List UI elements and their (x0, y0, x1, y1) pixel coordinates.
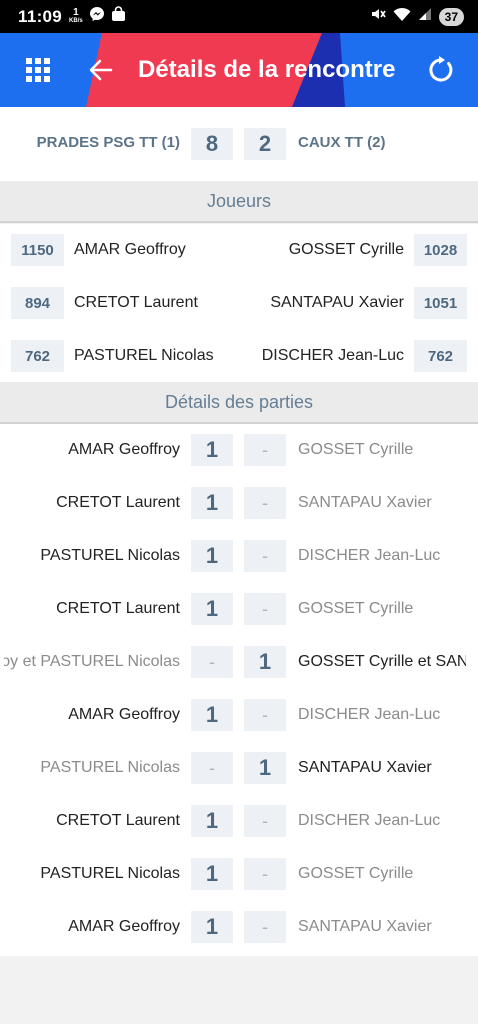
data-rate: 1 KB/s (69, 6, 83, 25)
grid-icon (26, 58, 50, 82)
game-row[interactable]: PASTUREL Nicolas 1 - DISCHER Jean-Luc (0, 530, 478, 583)
data-rate-unit: KB/s (69, 17, 83, 24)
game-away-player: GOSSET Cyrille (298, 600, 414, 617)
game-home-player: CRETOT Laurent (56, 494, 180, 511)
game-away-player: SANTAPAU Xavier (298, 759, 432, 776)
away-player-name[interactable]: SANTAPAU Xavier (270, 287, 404, 319)
game-home-player: AMAR Geoffroy (68, 441, 180, 458)
game-home-score: 1 (191, 434, 233, 466)
game-home-score: 1 (191, 911, 233, 943)
game-home-score: 1 (191, 699, 233, 731)
game-away-score: - (244, 593, 286, 625)
status-time: 11:09 (18, 6, 63, 26)
game-away-player: GOSSET Cyrille et SANTAPAU Xavier (298, 653, 466, 670)
match-score-header: PRADES PSG TT (1) 8 2 CAUX TT (2) (0, 107, 478, 181)
game-home-player: AMAR Geoffroy (68, 918, 180, 935)
game-away-score: - (244, 699, 286, 731)
shopping-bag-icon (111, 6, 126, 27)
game-away-player: GOSSET Cyrille (298, 441, 414, 458)
game-away-player: DISCHER Jean-Luc (298, 547, 441, 564)
game-home-score: 1 (191, 487, 233, 519)
game-away-player: GOSSET Cyrille (298, 865, 414, 882)
game-row[interactable]: CRETOT Laurent 1 - SANTAPAU Xavier (0, 477, 478, 530)
app-bar: Détails de la rencontre (0, 33, 478, 107)
game-row[interactable]: PASTUREL Nicolas - 1 SANTAPAU Xavier (0, 742, 478, 795)
game-away-score: 1 (244, 752, 286, 784)
app-menu-button[interactable] (18, 33, 58, 107)
player-row: 762 PASTUREL Nicolas DISCHER Jean-Luc 76… (0, 330, 478, 383)
refresh-button[interactable] (420, 33, 462, 107)
page-title: Détails de la rencontre (138, 56, 396, 83)
game-away-player: SANTAPAU Xavier (298, 494, 432, 511)
game-home-player: CRETOT Laurent (56, 812, 180, 829)
game-home-score: 1 (191, 858, 233, 890)
game-home-score: 1 (191, 593, 233, 625)
back-button[interactable] (82, 33, 120, 107)
game-home-player: CRETOT Laurent (56, 600, 180, 617)
player-row: 894 CRETOT Laurent SANTAPAU Xavier 1051 (0, 277, 478, 330)
game-away-score: - (244, 487, 286, 519)
refresh-icon (429, 56, 453, 82)
game-away-player: SANTAPAU Xavier (298, 918, 432, 935)
away-player-name[interactable]: DISCHER Jean-Luc (262, 340, 404, 372)
battery-icon: 37 (438, 7, 464, 26)
away-team-name: CAUX TT (2) (298, 134, 386, 151)
away-player-name[interactable]: GOSSET Cyrille (289, 234, 404, 266)
home-player-points: 1150 (11, 234, 64, 266)
game-row[interactable]: AMAR Geoffroy 1 - GOSSET Cyrille (0, 424, 478, 477)
game-away-score: - (244, 911, 286, 943)
game-away-player: DISCHER Jean-Luc (298, 706, 441, 723)
players-section-header: Joueurs (0, 181, 478, 223)
game-away-score: - (244, 434, 286, 466)
away-player-points: 762 (414, 340, 467, 372)
game-home-player: AMAR Geoffroy (68, 706, 180, 723)
game-row[interactable]: AMAR Geoffroy 1 - SANTAPAU Xavier (0, 901, 478, 954)
home-player-points: 894 (11, 287, 64, 319)
wifi-icon (393, 7, 411, 27)
home-score: 8 (191, 128, 233, 160)
game-away-score: 1 (244, 646, 286, 678)
game-away-score: - (244, 805, 286, 837)
game-home-score: 1 (191, 805, 233, 837)
game-row[interactable]: AMAR Geoffroy et PASTUREL Nicolas - 1 GO… (0, 636, 478, 689)
signal-icon (418, 7, 432, 26)
game-home-player: AMAR Geoffroy et PASTUREL Nicolas (4, 653, 180, 670)
home-team-name: PRADES PSG TT (1) (36, 134, 180, 151)
status-bar: 11:09 1 KB/s 37 (0, 0, 478, 33)
game-home-player: PASTUREL Nicolas (40, 547, 180, 564)
home-player-name[interactable]: PASTUREL Nicolas (74, 340, 214, 372)
game-away-score: - (244, 858, 286, 890)
messenger-icon (89, 6, 105, 27)
home-player-name[interactable]: AMAR Geoffroy (74, 234, 186, 266)
players-list: 1150 AMAR Geoffroy GOSSET Cyrille 1028 8… (0, 224, 478, 382)
game-home-score: - (191, 646, 233, 678)
game-away-player: DISCHER Jean-Luc (298, 812, 441, 829)
game-home-score: 1 (191, 540, 233, 572)
games-list: AMAR Geoffroy 1 - GOSSET Cyrille CRETOT … (0, 424, 478, 956)
game-home-player: PASTUREL Nicolas (40, 759, 180, 776)
data-rate-value: 1 (73, 6, 79, 18)
home-player-name[interactable]: CRETOT Laurent (74, 287, 198, 319)
game-row[interactable]: CRETOT Laurent 1 - DISCHER Jean-Luc (0, 795, 478, 848)
game-row[interactable]: AMAR Geoffroy 1 - DISCHER Jean-Luc (0, 689, 478, 742)
game-home-player: PASTUREL Nicolas (40, 865, 180, 882)
game-away-score: - (244, 540, 286, 572)
game-row[interactable]: PASTUREL Nicolas 1 - GOSSET Cyrille (0, 848, 478, 901)
mute-icon (370, 6, 386, 27)
away-player-points: 1051 (414, 287, 467, 319)
arrow-left-icon (89, 59, 113, 81)
home-player-points: 762 (11, 340, 64, 372)
away-score: 2 (244, 128, 286, 160)
game-home-score: - (191, 752, 233, 784)
away-player-points: 1028 (414, 234, 467, 266)
player-row: 1150 AMAR Geoffroy GOSSET Cyrille 1028 (0, 224, 478, 277)
games-section-header: Détails des parties (0, 382, 478, 424)
game-row[interactable]: CRETOT Laurent 1 - GOSSET Cyrille (0, 583, 478, 636)
